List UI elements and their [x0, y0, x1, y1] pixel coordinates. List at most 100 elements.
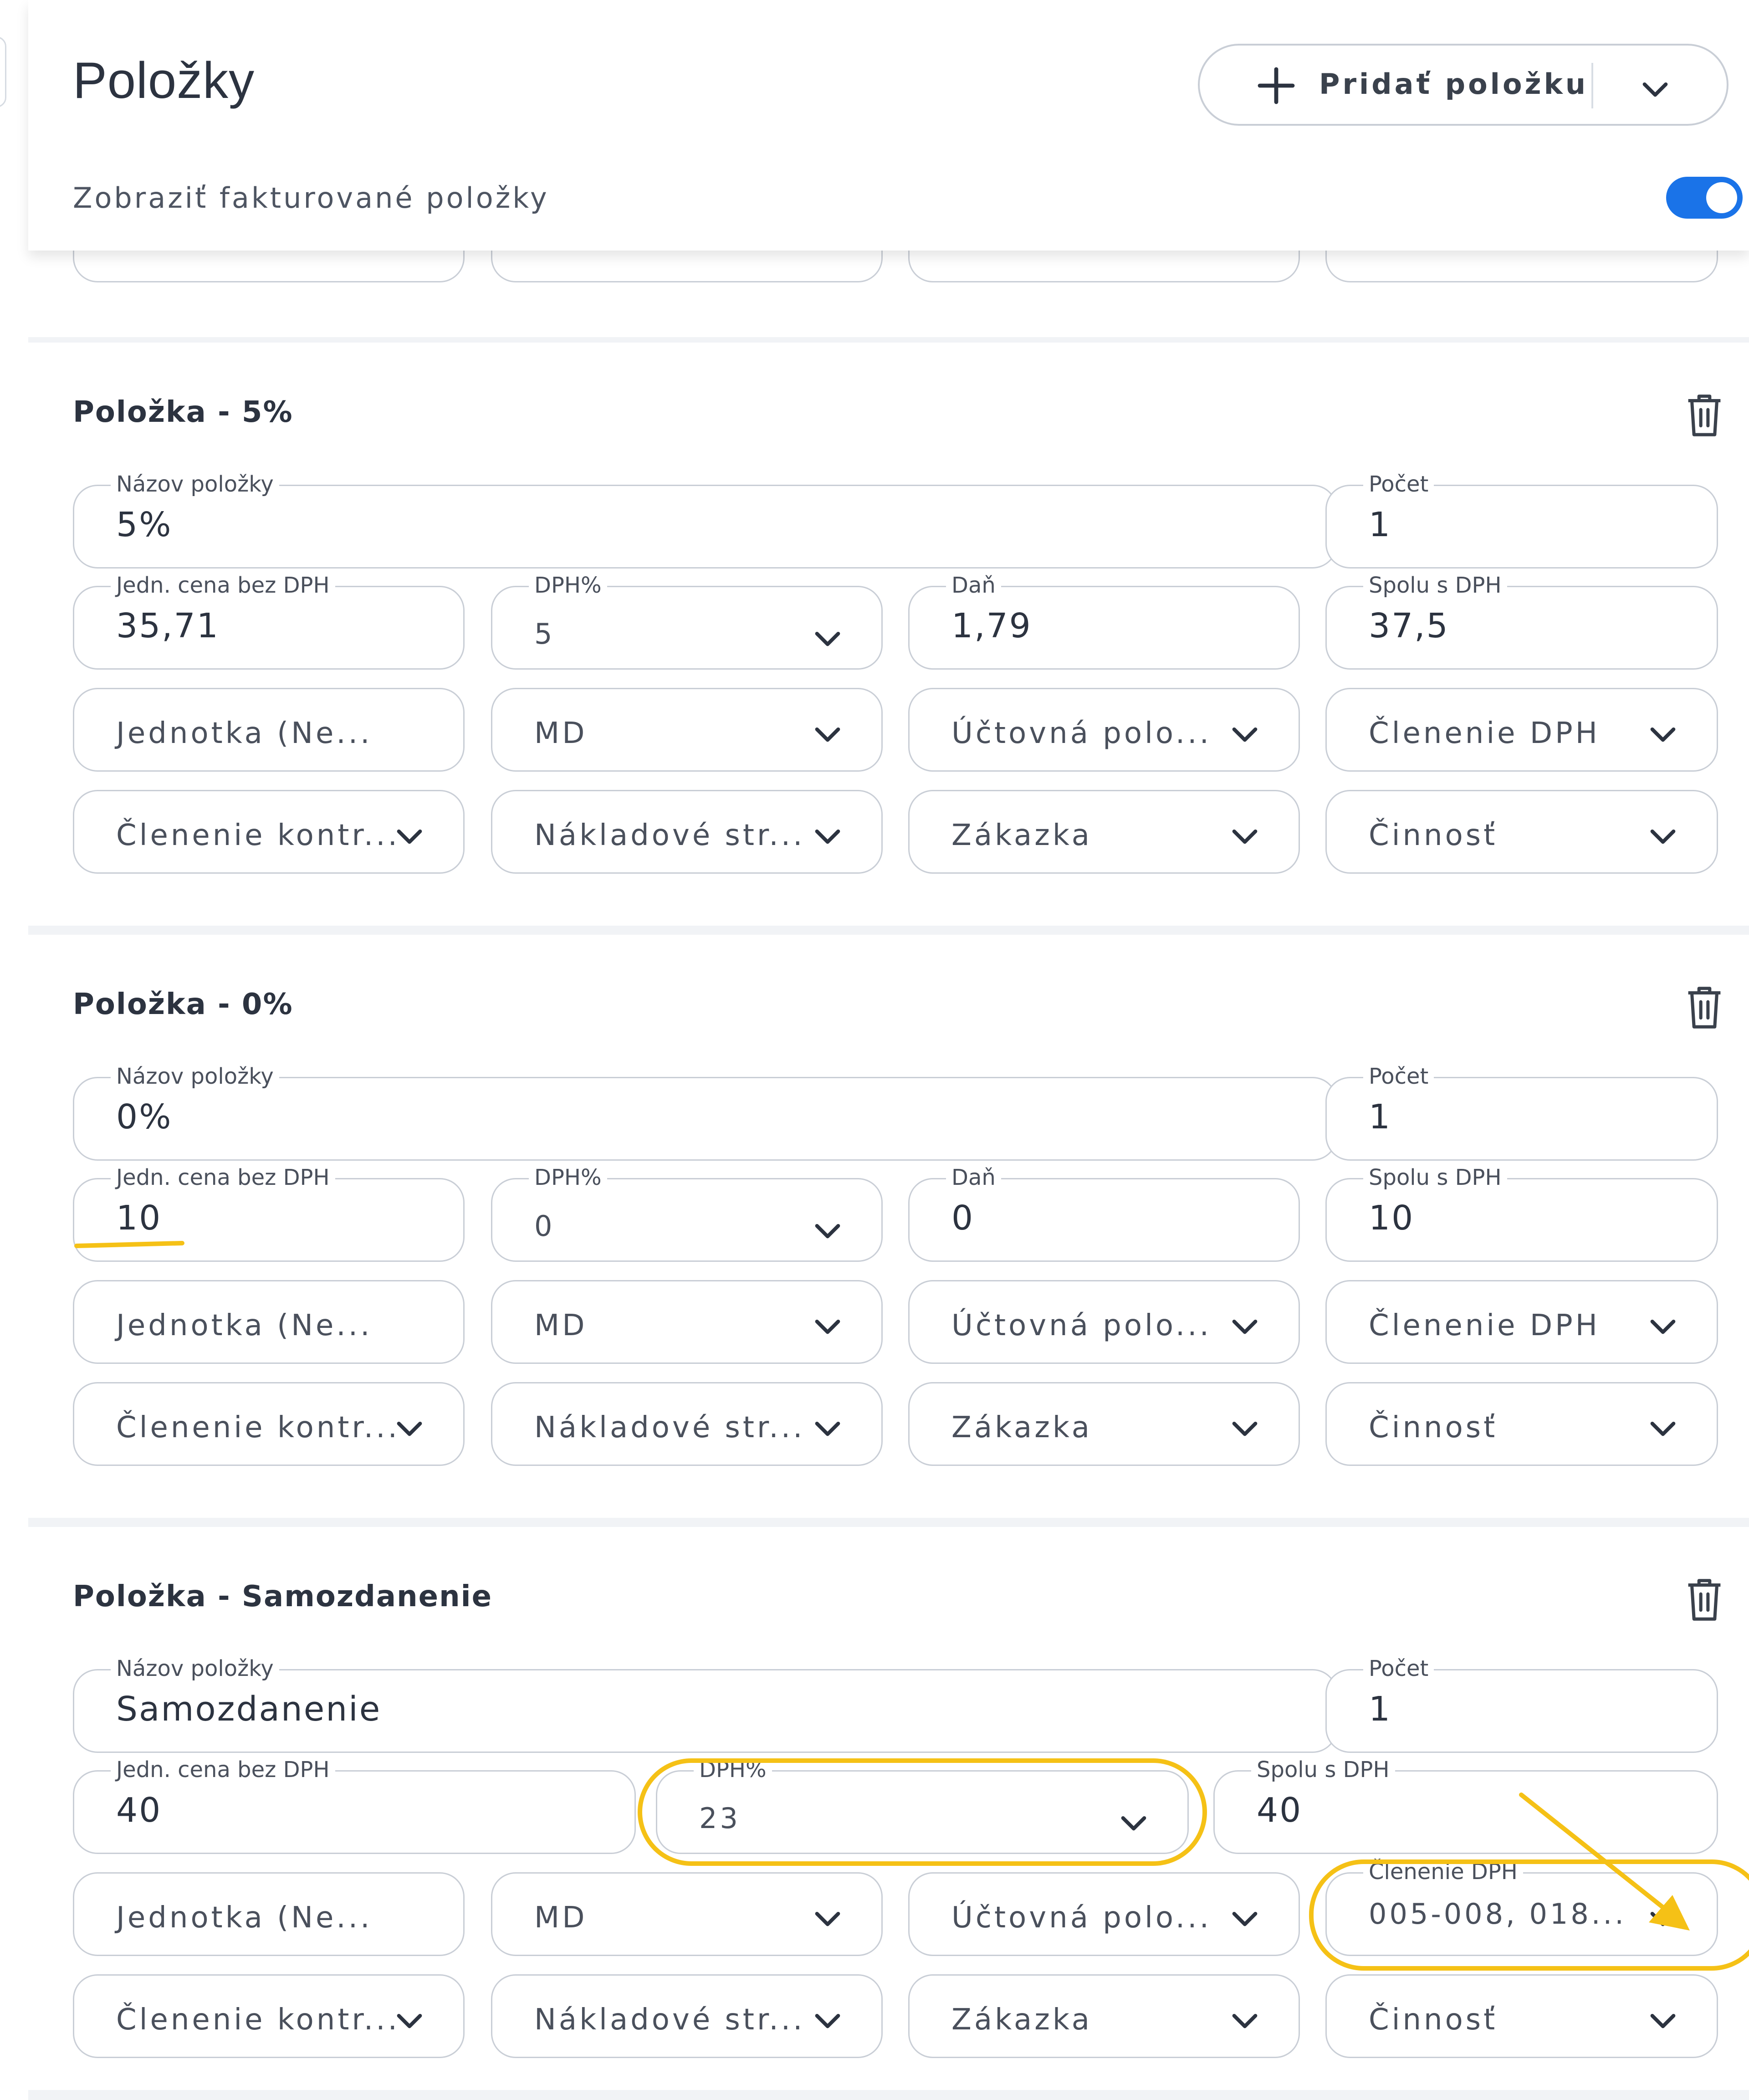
chevron-down-icon[interactable]: [1227, 2002, 1263, 2039]
unit-price-field[interactable]: Jedn. cena bez DPH 40: [73, 1757, 636, 1854]
item-name-field[interactable]: Názov položky Samozdanenie: [73, 1656, 1337, 1753]
show-invoiced-items-toggle[interactable]: [1666, 177, 1743, 219]
field-label: Názov položky: [111, 471, 279, 497]
control-breakdown-select[interactable]: Členenie kontr...: [73, 1974, 465, 2058]
field-label: Jedn. cena bez DPH: [111, 573, 335, 598]
field-label: Počet: [1363, 471, 1434, 497]
items-header: Položky Pridať položku Zobraziť fakturov…: [28, 0, 1749, 251]
tax-field[interactable]: Daň 0: [908, 1165, 1300, 1262]
chevron-down-icon[interactable]: [809, 716, 846, 752]
plus-icon: [1258, 67, 1295, 104]
cost-center-select[interactable]: Nákladové str...: [491, 1382, 883, 1466]
unit-field[interactable]: Jednotka (Ne...: [73, 1280, 465, 1364]
control-breakdown-placeholder: Členenie kontr...: [116, 819, 400, 852]
unit-price-field[interactable]: Jedn. cena bez DPH 10: [73, 1165, 465, 1262]
field-label: Daň: [946, 573, 1001, 598]
trash-icon[interactable]: [1683, 390, 1726, 440]
activity-select[interactable]: Činnosť: [1325, 1382, 1718, 1466]
chevron-down-icon[interactable]: [1637, 71, 1673, 107]
chevron-down-icon[interactable]: [809, 1410, 846, 1446]
trash-icon[interactable]: [1683, 1574, 1726, 1624]
chevron-down-icon[interactable]: [809, 1212, 846, 1249]
vat-percent-select[interactable]: DPH% 5: [491, 573, 883, 670]
collapsed-panel-tab[interactable]: [0, 36, 6, 108]
unit-field[interactable]: Jednotka (Ne...: [73, 688, 465, 772]
order-select[interactable]: Zákazka: [908, 1382, 1300, 1466]
item-name-field[interactable]: Názov položky 0%: [73, 1064, 1337, 1161]
chevron-down-icon[interactable]: [1645, 716, 1681, 752]
field-label: Spolu s DPH: [1251, 1757, 1395, 1782]
chevron-down-icon[interactable]: [1227, 1410, 1263, 1446]
vat-percent-select[interactable]: DPH% 0: [491, 1165, 883, 1262]
total-value: 10: [1369, 1199, 1415, 1238]
toggle-knob: [1706, 182, 1737, 213]
unit-placeholder: Jednotka (Ne...: [116, 1901, 373, 1935]
total-value: 37,5: [1369, 606, 1449, 645]
item-title: Položka - 5%: [73, 395, 293, 429]
order-select[interactable]: Zákazka: [908, 1974, 1300, 2058]
activity-placeholder: Činnosť: [1369, 2003, 1498, 2037]
item-name-value: Samozdanenie: [116, 1690, 382, 1729]
item-card: Položka - 5% Názov položky 5% Počet 1 Je…: [28, 343, 1749, 926]
total-value: 40: [1257, 1791, 1303, 1830]
add-item-button[interactable]: Pridať položku: [1198, 44, 1729, 126]
count-field[interactable]: Počet 1: [1325, 1656, 1718, 1753]
chevron-down-icon[interactable]: [391, 818, 428, 854]
activity-select[interactable]: Činnosť: [1325, 790, 1718, 874]
total-field[interactable]: Spolu s DPH 10: [1325, 1165, 1718, 1262]
md-select[interactable]: MD: [491, 688, 883, 772]
button-divider: [1591, 63, 1593, 108]
vat-percent-value: 5: [534, 617, 555, 650]
item-name-field[interactable]: Názov položky 5%: [73, 471, 1337, 569]
chevron-down-icon[interactable]: [1227, 818, 1263, 854]
account-select[interactable]: Účtovná polo...: [908, 688, 1300, 772]
total-field[interactable]: Spolu s DPH 37,5: [1325, 573, 1718, 670]
chevron-down-icon[interactable]: [391, 2002, 428, 2039]
md-select[interactable]: MD: [491, 1280, 883, 1364]
field-label: Daň: [946, 1165, 1001, 1190]
chevron-down-icon[interactable]: [809, 1900, 846, 1936]
unit-field[interactable]: Jednotka (Ne...: [73, 1872, 465, 1956]
vat-breakdown-select[interactable]: Členenie DPH: [1325, 1280, 1718, 1364]
chevron-down-icon[interactable]: [1645, 818, 1681, 854]
order-select[interactable]: Zákazka: [908, 790, 1300, 874]
field-label: DPH%: [529, 1165, 607, 1190]
item-title: Položka - 0%: [73, 988, 293, 1021]
unit-price-field[interactable]: Jedn. cena bez DPH 35,71: [73, 573, 465, 670]
field-label: Počet: [1363, 1656, 1434, 1681]
activity-select[interactable]: Činnosť: [1325, 1974, 1718, 2058]
unit-price-value: 35,71: [116, 606, 220, 645]
field-label: Jedn. cena bez DPH: [111, 1165, 335, 1190]
count-field[interactable]: Počet 1: [1325, 1064, 1718, 1161]
control-breakdown-select[interactable]: Členenie kontr...: [73, 790, 465, 874]
chevron-down-icon[interactable]: [1645, 1308, 1681, 1344]
count-field[interactable]: Počet 1: [1325, 471, 1718, 569]
cost-center-select[interactable]: Nákladové str...: [491, 1974, 883, 2058]
md-select[interactable]: MD: [491, 1872, 883, 1956]
md-placeholder: MD: [534, 717, 588, 750]
chevron-down-icon[interactable]: [809, 818, 846, 854]
field-label: Spolu s DPH: [1363, 1165, 1507, 1190]
order-placeholder: Zákazka: [951, 2003, 1092, 2037]
account-select[interactable]: Účtovná polo...: [908, 1872, 1300, 1956]
vat-breakdown-select[interactable]: Členenie DPH: [1325, 688, 1718, 772]
chevron-down-icon[interactable]: [1645, 2002, 1681, 2039]
tax-field[interactable]: Daň 1,79: [908, 573, 1300, 670]
chevron-down-icon[interactable]: [391, 1410, 428, 1446]
chevron-down-icon[interactable]: [1645, 1410, 1681, 1446]
items-panel: Položky Pridať položku Zobraziť fakturov…: [0, 0, 1749, 2100]
chevron-down-icon[interactable]: [809, 2002, 846, 2039]
show-invoiced-items-label: Zobraziť fakturované položky: [73, 181, 549, 215]
chevron-down-icon[interactable]: [1227, 716, 1263, 752]
add-item-button-label: Pridať položku: [1319, 67, 1588, 101]
cost-center-select[interactable]: Nákladové str...: [491, 790, 883, 874]
chevron-down-icon[interactable]: [1227, 1900, 1263, 1936]
account-select[interactable]: Účtovná polo...: [908, 1280, 1300, 1364]
field-label: DPH%: [529, 573, 607, 598]
trash-icon[interactable]: [1683, 982, 1726, 1032]
page-title: Položky: [73, 52, 255, 109]
chevron-down-icon[interactable]: [809, 1308, 846, 1344]
chevron-down-icon[interactable]: [1227, 1308, 1263, 1344]
control-breakdown-select[interactable]: Členenie kontr...: [73, 1382, 465, 1466]
chevron-down-icon[interactable]: [809, 620, 846, 656]
